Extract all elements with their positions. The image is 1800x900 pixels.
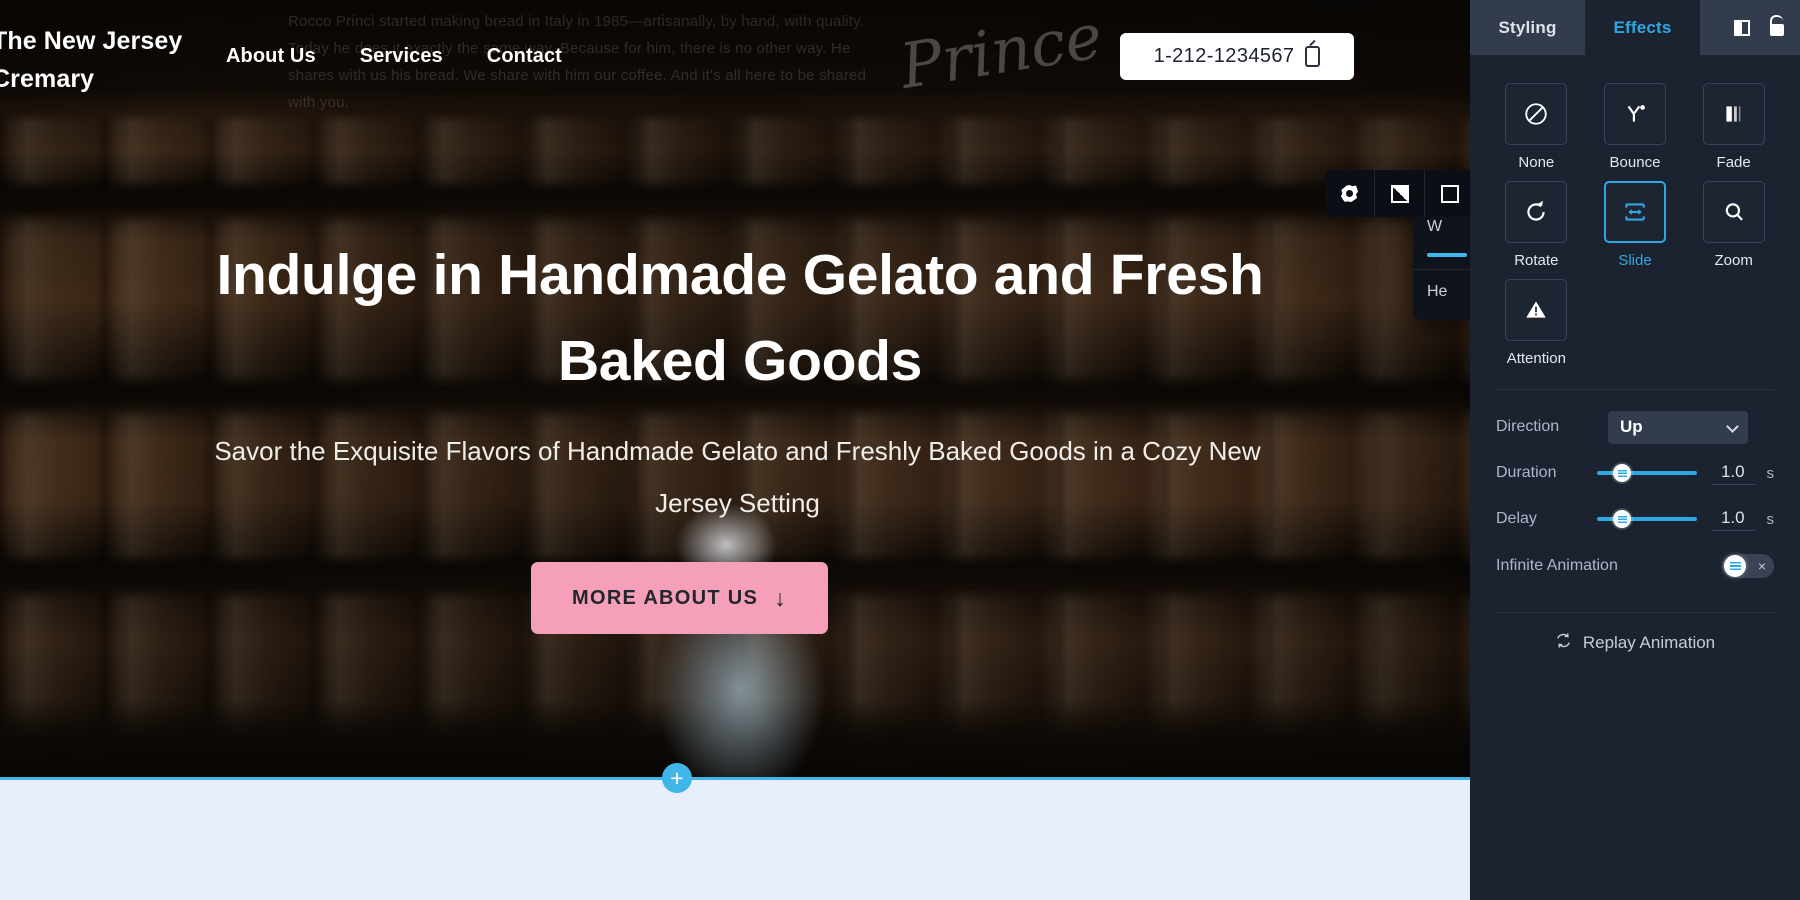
direction-selected-value: Up xyxy=(1620,417,1643,436)
unlock-icon[interactable] xyxy=(1770,24,1784,36)
animation-type-grid: None Bounce Fade Rotate Slide Zoom Atten… xyxy=(1496,83,1774,367)
delay-value[interactable]: 1.0 xyxy=(1711,508,1755,531)
animation-option-fade-box[interactable] xyxy=(1702,83,1765,145)
delay-label: Delay xyxy=(1496,510,1537,527)
infinite-animation-label: Infinite Animation xyxy=(1496,557,1618,574)
tab-effects[interactable]: Effects xyxy=(1585,0,1700,55)
settings-icon xyxy=(1341,185,1358,202)
infinite-animation-row: Infinite Animation × xyxy=(1496,542,1774,590)
sidebar-tabs: Styling Effects xyxy=(1470,0,1800,55)
arrow-down-icon: ↓ xyxy=(774,584,787,611)
nav-item-about-us[interactable]: About Us xyxy=(226,45,316,68)
toolbar-contrast-button[interactable] xyxy=(1375,170,1425,217)
animation-option-slide[interactable]: Slide xyxy=(1595,181,1676,269)
add-section-button[interactable]: + xyxy=(662,763,692,793)
animation-option-rotate[interactable]: Rotate xyxy=(1496,181,1577,269)
duration-slider[interactable] xyxy=(1597,463,1698,483)
toggle-knob xyxy=(1724,555,1746,577)
animation-option-slide-box[interactable] xyxy=(1603,181,1666,243)
animation-option-rotate-box[interactable] xyxy=(1505,181,1568,243)
cta-label: MORE ABOUT US xyxy=(572,586,759,609)
direction-select[interactable]: Up xyxy=(1608,410,1748,444)
delay-row: Delay 1.0 s xyxy=(1496,496,1774,542)
sidebar-divider-bottom xyxy=(1496,612,1774,613)
site-logo[interactable]: The New Jersey Cremary xyxy=(0,22,202,98)
panel-toggle-icon[interactable] xyxy=(1734,19,1750,36)
tab-styling[interactable]: Styling xyxy=(1470,0,1585,55)
nav-item-contact[interactable]: Contact xyxy=(487,45,562,68)
animation-option-bounce-box[interactable] xyxy=(1603,83,1666,145)
site-header: The New Jersey Cremary About Us Services… xyxy=(0,0,1470,104)
zoom-icon xyxy=(1721,199,1747,225)
attention-icon xyxy=(1523,297,1549,323)
animation-option-fade[interactable]: Fade xyxy=(1693,83,1774,171)
site-nav: About Us Services Contact xyxy=(226,45,562,68)
animation-option-attention-label: Attention xyxy=(1506,350,1566,367)
animation-option-none-label: None xyxy=(1518,154,1555,171)
element-toolbar[interactable] xyxy=(1325,170,1470,217)
none-icon xyxy=(1523,101,1549,127)
replay-animation-button[interactable]: Replay Animation xyxy=(1496,619,1774,667)
sidebar-body: None Bounce Fade Rotate Slide Zoom Atten… xyxy=(1470,55,1800,667)
toolbar-square-button[interactable] xyxy=(1425,170,1470,217)
animation-option-none[interactable]: None xyxy=(1496,83,1577,171)
duration-slider-track[interactable] xyxy=(1597,471,1698,475)
sidebar-divider-top xyxy=(1496,389,1774,390)
animation-option-bounce[interactable]: Bounce xyxy=(1595,83,1676,171)
contrast-icon xyxy=(1390,184,1409,203)
effects-sidebar: Styling Effects None Bounce Fade Rotate … xyxy=(1470,0,1800,900)
phone-button[interactable]: 1-212-1234567 xyxy=(1120,33,1354,80)
delay-slider-track[interactable] xyxy=(1597,517,1698,521)
hidden-panel-accent-bar xyxy=(1427,253,1467,257)
animation-option-zoom-box[interactable] xyxy=(1702,181,1765,243)
animation-option-none-box[interactable] xyxy=(1505,83,1568,145)
mobile-phone-icon xyxy=(1305,39,1321,67)
hidden-panel-row-2[interactable]: He xyxy=(1413,274,1470,310)
toggle-off-icon: × xyxy=(1757,558,1766,574)
hero-subheading[interactable]: Savor the Exquisite Flavors of Handmade … xyxy=(210,425,1265,529)
animation-option-attention-box[interactable] xyxy=(1505,279,1568,341)
animation-option-rotate-label: Rotate xyxy=(1514,252,1559,269)
bounce-icon xyxy=(1622,101,1648,127)
duration-slider-knob[interactable] xyxy=(1613,464,1632,482)
duration-value[interactable]: 1.0 xyxy=(1711,462,1755,485)
phone-number-label: 1-212-1234567 xyxy=(1153,45,1295,67)
direction-row: Direction Up xyxy=(1496,404,1774,450)
hero-heading[interactable]: Indulge in Handmade Gelato and Fresh Bak… xyxy=(140,232,1340,404)
more-about-us-button[interactable]: MORE ABOUT US ↓ xyxy=(531,562,828,634)
duration-label: Duration xyxy=(1496,464,1557,481)
chevron-down-icon xyxy=(1726,419,1739,433)
delay-slider-knob[interactable] xyxy=(1613,510,1632,528)
animation-option-attention[interactable]: Attention xyxy=(1496,279,1577,367)
next-section-band xyxy=(0,777,1470,900)
refresh-icon xyxy=(1555,632,1572,654)
slide-icon xyxy=(1622,199,1648,225)
duration-row: Duration 1.0 s xyxy=(1496,450,1774,496)
delay-slider[interactable] xyxy=(1597,509,1698,529)
hidden-panel-divider xyxy=(1413,269,1470,270)
animation-option-zoom[interactable]: Zoom xyxy=(1693,181,1774,269)
animation-option-bounce-label: Bounce xyxy=(1609,154,1661,171)
animation-option-slide-label: Slide xyxy=(1618,252,1652,269)
rotate-icon xyxy=(1523,199,1549,225)
toolbar-settings-button[interactable] xyxy=(1325,170,1375,217)
sidebar-tab-icons xyxy=(1700,0,1800,55)
animation-option-zoom-label: Zoom xyxy=(1714,252,1753,269)
square-icon xyxy=(1440,184,1459,203)
duration-unit: s xyxy=(1766,464,1775,482)
fade-icon xyxy=(1721,101,1747,127)
website-preview-canvas[interactable]: Rocco Princi started making bread in Ita… xyxy=(0,0,1470,900)
replay-animation-label: Replay Animation xyxy=(1582,633,1716,652)
infinite-animation-toggle[interactable]: × xyxy=(1722,554,1774,578)
animation-option-fade-label: Fade xyxy=(1716,154,1751,171)
nav-item-services[interactable]: Services xyxy=(360,45,443,68)
delay-unit: s xyxy=(1766,510,1775,528)
direction-label: Direction xyxy=(1496,418,1560,435)
